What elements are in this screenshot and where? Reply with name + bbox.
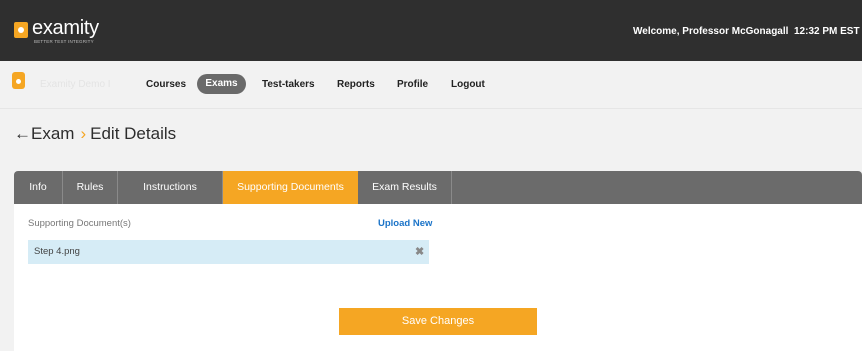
logo-tagline: BETTER TEST INTEGRITY bbox=[34, 39, 94, 44]
main-navigation: Examity Demo I bbox=[0, 61, 862, 109]
documents-section-label: Supporting Document(s) bbox=[28, 218, 131, 229]
tab-info[interactable]: Info bbox=[14, 171, 63, 204]
logo-wordmark: examity bbox=[32, 17, 99, 39]
nav-logout[interactable]: Logout bbox=[451, 79, 485, 90]
exam-tabs: Info Rules Instructions Supporting Docum… bbox=[14, 171, 862, 204]
tab-rules[interactable]: Rules bbox=[63, 171, 118, 204]
breadcrumb: ← Exam › Edit Details bbox=[14, 124, 176, 144]
nav-profile[interactable]: Profile bbox=[397, 79, 428, 90]
chevron-right-icon: › bbox=[80, 124, 87, 143]
welcome-message: Welcome, Professor McGonagall bbox=[633, 26, 789, 37]
file-name[interactable]: Step 4.png bbox=[34, 246, 80, 257]
lock-icon bbox=[14, 22, 28, 38]
tab-instructions[interactable]: Instructions bbox=[118, 171, 223, 204]
examity-logo[interactable]: examity BETTER TEST INTEGRITY bbox=[14, 17, 99, 44]
lock-icon bbox=[12, 72, 25, 89]
nav-reports[interactable]: Reports bbox=[337, 79, 375, 90]
top-header-bar: examity BETTER TEST INTEGRITY Welcome, P… bbox=[0, 0, 862, 61]
institution-name: Examity Demo I bbox=[40, 79, 111, 90]
clock-time: 12:32 PM EST bbox=[794, 26, 860, 37]
tab-supporting-documents[interactable]: Supporting Documents bbox=[223, 171, 358, 204]
file-row: Step 4.png ✖ bbox=[28, 240, 429, 264]
nav-test-takers[interactable]: Test-takers bbox=[262, 79, 315, 90]
nav-courses[interactable]: Courses bbox=[146, 79, 186, 90]
back-arrow-icon[interactable]: ← bbox=[14, 124, 31, 144]
tab-exam-results[interactable]: Exam Results bbox=[358, 171, 452, 204]
page-title: Edit Details bbox=[90, 124, 177, 143]
upload-new-link[interactable]: Upload New bbox=[378, 218, 432, 229]
breadcrumb-parent[interactable]: Exam bbox=[31, 124, 74, 144]
save-changes-button[interactable]: Save Changes bbox=[339, 308, 537, 335]
nav-exams[interactable]: Exams bbox=[197, 74, 246, 94]
remove-file-icon[interactable]: ✖ bbox=[415, 245, 424, 258]
